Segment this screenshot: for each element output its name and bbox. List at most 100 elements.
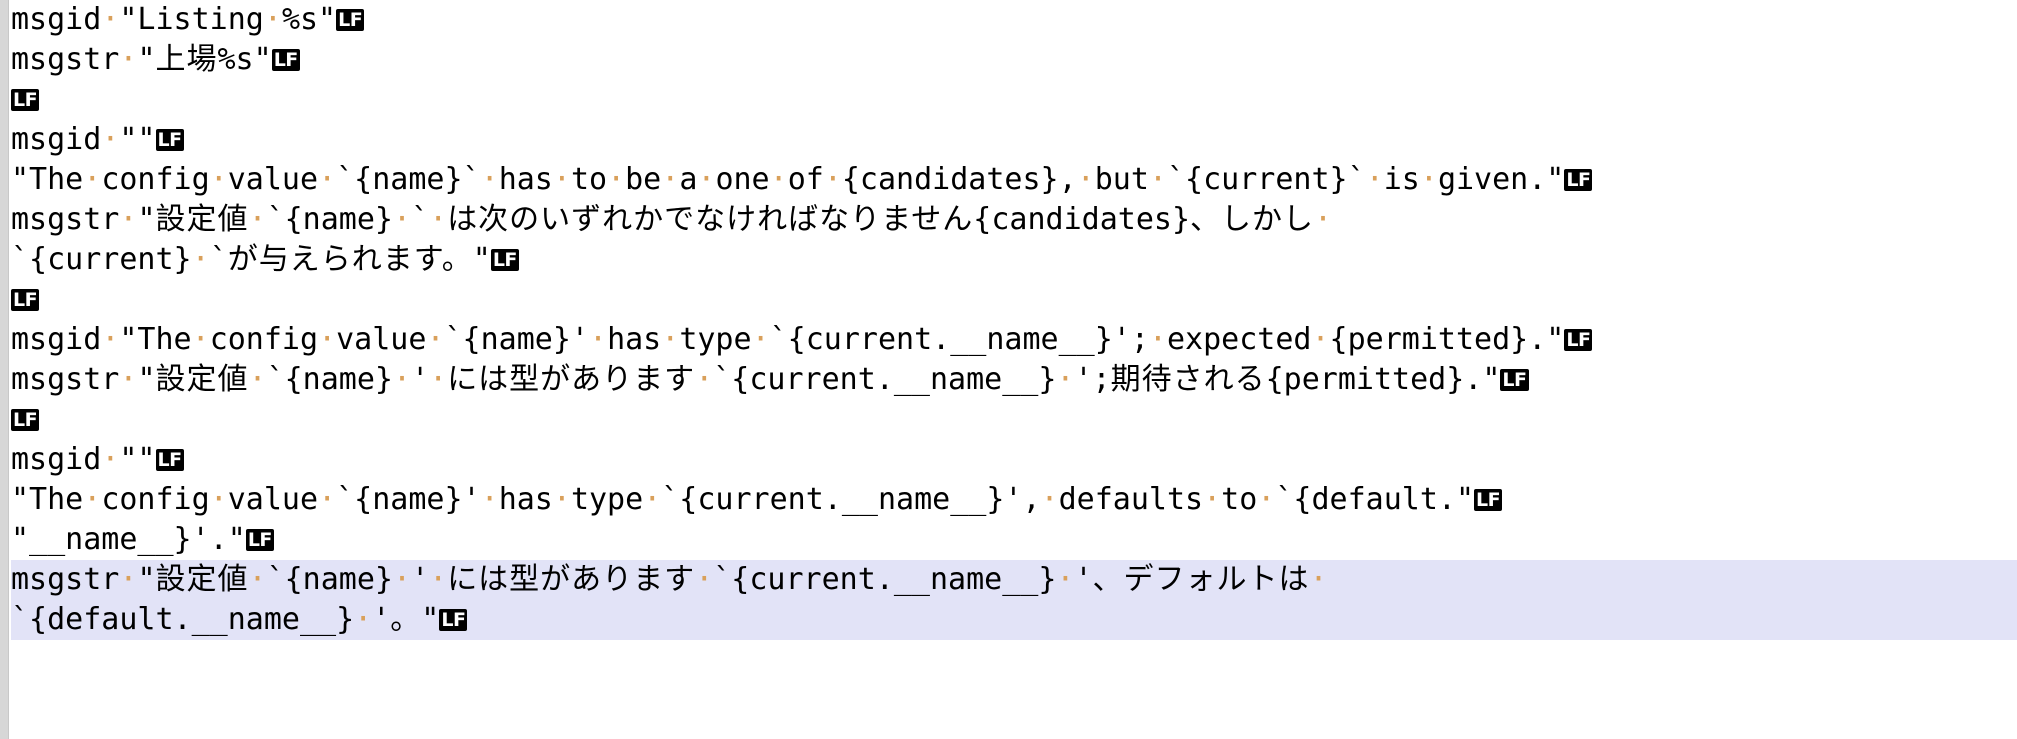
space-marker-icon: · xyxy=(1076,162,1095,197)
space-marker-icon: · xyxy=(607,162,626,197)
editor-line[interactable]: `{current}·`が与えられます。" LF xyxy=(11,240,2017,280)
space-marker-icon: · xyxy=(661,322,680,357)
line-text-segment: `{current.__name__} xyxy=(713,362,1057,397)
line-text-segment: は次のいずれかでなければなりません xyxy=(447,202,974,237)
line-text-segment: ' xyxy=(372,602,391,637)
eol-lf-marker-icon: LF xyxy=(1564,169,1593,191)
space-marker-icon: · xyxy=(589,322,608,357)
editor-line[interactable]: msgstr·"設定値·`{name}·`·は次のいずれかでなければなりません{… xyxy=(11,200,2017,240)
editor-line[interactable]: LF xyxy=(11,80,2017,120)
space-marker-icon: · xyxy=(191,242,210,277)
line-text-segment: ' xyxy=(411,562,430,597)
line-text-segment: has xyxy=(607,322,662,357)
line-text-segment: 設定値 xyxy=(155,202,249,237)
line-text-segment: 設定値 xyxy=(155,362,249,397)
space-marker-icon: · xyxy=(1203,482,1222,517)
editor-line[interactable]: msgid·"Listing·%s" LF xyxy=(11,0,2017,40)
editor-text-area[interactable]: msgid·"Listing·%s" LF msgstr·"上場%s" LF LF msg… xyxy=(9,0,2017,739)
eol-lf-marker-icon: LF xyxy=(155,129,184,151)
editor-line[interactable]: "__name__}'." LF xyxy=(11,520,2017,560)
eol-lf-marker-icon: LF xyxy=(11,409,40,431)
space-marker-icon: · xyxy=(101,122,120,157)
editor-gutter xyxy=(0,0,9,739)
space-marker-icon: · xyxy=(119,562,138,597)
line-text-segment: "__name__}'." xyxy=(11,522,246,557)
line-text-segment: is xyxy=(1383,162,1420,197)
line-text-segment: {candidates} xyxy=(973,202,1191,237)
line-text-segment: msgid xyxy=(11,442,102,477)
line-text-segment: value xyxy=(227,162,319,197)
space-marker-icon: · xyxy=(393,562,412,597)
line-text-segment: `{current.__name__}', xyxy=(661,482,1041,517)
space-marker-icon: · xyxy=(209,162,228,197)
line-text-segment: 。 xyxy=(390,602,422,637)
editor-line[interactable]: "The·config·value·`{name}`·has·to·be·a·o… xyxy=(11,160,2017,200)
line-text-segment: to xyxy=(1221,482,1258,517)
line-text-segment: "Listing xyxy=(119,2,264,37)
editor-line[interactable]: msgid·"" LF xyxy=(11,120,2017,160)
space-marker-icon: · xyxy=(119,362,138,397)
space-marker-icon: · xyxy=(191,322,210,357)
editor-line[interactable]: msgstr·"設定値·`{name}·'·には型があります·`{current… xyxy=(11,360,2017,400)
space-marker-icon: · xyxy=(480,482,499,517)
line-text-segment: "" xyxy=(119,122,156,157)
line-text-segment: {permitted}." xyxy=(1265,362,1501,397)
line-text-segment: `{name} xyxy=(266,202,393,237)
line-text-segment: msgstr xyxy=(11,202,120,237)
space-marker-icon: · xyxy=(1148,162,1167,197)
eol-lf-marker-icon: LF xyxy=(271,49,300,71)
line-text-segment: %s" xyxy=(281,2,337,37)
space-marker-icon: · xyxy=(552,482,571,517)
line-text-segment: {permitted}." xyxy=(1329,322,1565,357)
space-marker-icon: · xyxy=(101,442,120,477)
space-marker-icon: · xyxy=(248,562,267,597)
editor-line[interactable]: "The·config·value·`{name}'·has·type·`{cu… xyxy=(11,480,2017,520)
line-text-segment: `{current.__name__}'; xyxy=(769,322,1149,357)
line-text-segment: type xyxy=(570,482,644,517)
space-marker-icon: · xyxy=(1309,562,1328,597)
line-text-segment: but xyxy=(1094,162,1149,197)
space-marker-icon: · xyxy=(1257,482,1276,517)
space-marker-icon: · xyxy=(429,562,448,597)
editor-line[interactable]: msgid·"The·config·value·`{name}'·has·typ… xyxy=(11,320,2017,360)
eol-lf-marker-icon: LF xyxy=(245,529,274,551)
editor-line[interactable]: `{default.__name__}·'。" LF xyxy=(11,600,2017,640)
space-marker-icon: · xyxy=(661,162,680,197)
space-marker-icon: · xyxy=(1311,322,1330,357)
line-text-segment: msgid xyxy=(11,122,102,157)
line-text-segment: " xyxy=(137,42,156,77)
line-text-segment: config xyxy=(101,162,210,197)
space-marker-icon: · xyxy=(1056,362,1075,397)
space-marker-icon: · xyxy=(101,322,120,357)
line-text-segment: "The xyxy=(11,162,84,197)
editor-line[interactable]: msgid·"" LF xyxy=(11,440,2017,480)
space-marker-icon: · xyxy=(318,322,337,357)
editor-line[interactable]: msgstr·"設定値·`{name}·'·には型があります·`{current… xyxy=(11,560,2017,600)
line-text-segment: " xyxy=(472,242,491,277)
eol-lf-marker-icon: LF xyxy=(11,89,40,111)
space-marker-icon: · xyxy=(751,322,770,357)
space-marker-icon: · xyxy=(83,162,102,197)
line-text-segment: given." xyxy=(1437,162,1565,197)
line-text-segment: `{current.__name__} xyxy=(713,562,1057,597)
line-text-segment: " xyxy=(137,362,156,397)
eol-lf-marker-icon: LF xyxy=(11,289,40,311)
space-marker-icon: · xyxy=(695,562,714,597)
space-marker-icon: · xyxy=(1365,162,1384,197)
editor-line[interactable]: msgstr·"上場%s" LF xyxy=(11,40,2017,80)
line-text-segment: defaults xyxy=(1058,482,1204,517)
line-text-segment: 、デフォルトは xyxy=(1092,562,1310,597)
editor-lines: msgid·"Listing·%s" LF msgstr·"上場%s" LF LF msg… xyxy=(11,0,2017,640)
line-text-segment: `{default.__name__} xyxy=(11,602,355,637)
line-text-segment: `{current} xyxy=(11,242,192,277)
line-text-segment: be xyxy=(625,162,662,197)
line-text-segment: config xyxy=(209,322,319,357)
line-text-segment: `{name}` xyxy=(336,162,481,197)
editor-line[interactable]: LF xyxy=(11,400,2017,440)
line-text-segment: 上場 xyxy=(155,42,218,77)
line-text-segment: msgid xyxy=(11,322,102,357)
eol-lf-marker-icon: LF xyxy=(1500,369,1529,391)
space-marker-icon: · xyxy=(248,362,267,397)
editor-line[interactable]: LF xyxy=(11,280,2017,320)
line-text-segment: has xyxy=(498,162,553,197)
